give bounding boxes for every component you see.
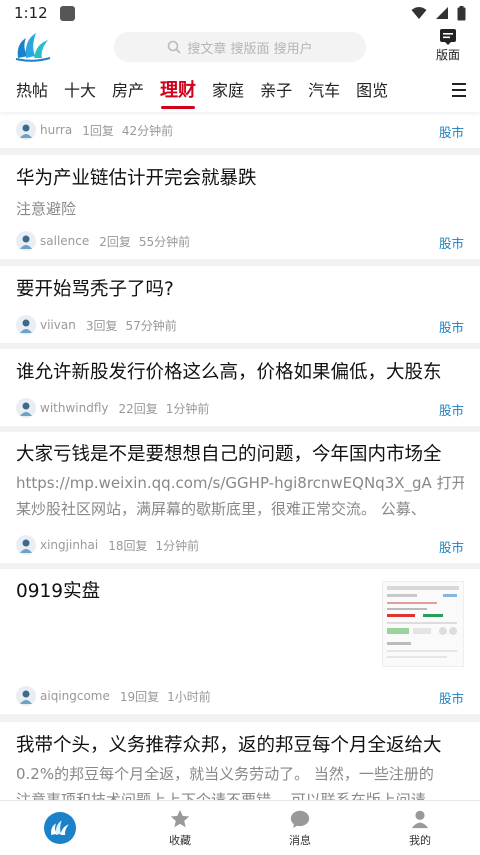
tab-realestate[interactable]: 房产: [104, 70, 152, 112]
post-title: 要开始骂秃子了吗?: [16, 279, 174, 300]
layout-icon: [440, 29, 456, 45]
post-username[interactable]: sallence: [40, 234, 89, 248]
post-meta: hurra 1回复 42分钟前: [16, 120, 173, 140]
post-time: 1分钟前: [165, 401, 210, 416]
post-title: 大家亏钱是不是要想想自己的问题，今年国内市场全: [16, 444, 442, 465]
tab-top10[interactable]: 十大: [56, 70, 104, 112]
tab-hot[interactable]: 热帖: [8, 70, 56, 112]
status-time: 1:12: [14, 4, 48, 22]
post-time: 57分钟前: [125, 318, 177, 333]
tabs-menu-icon[interactable]: [452, 83, 466, 97]
tab-parenting[interactable]: 亲子: [252, 70, 300, 112]
post-replies: 1回复: [82, 123, 114, 138]
post-meta: aiqingcome 19回复 1小时前: [16, 686, 211, 706]
battery-icon: [457, 5, 466, 20]
post-category[interactable]: 股市: [439, 122, 464, 141]
avatar[interactable]: [16, 686, 36, 706]
message-icon: [290, 810, 310, 828]
post-excerpt: 0.2%的邦豆每个月全返，就当义务劳动了。 当然，一些注册的: [16, 765, 434, 783]
post-card[interactable]: 0919实盘 aiqingcome 19回复 1小时前 股市: [0, 569, 480, 714]
post-username[interactable]: withwindfly: [40, 401, 109, 415]
post-thumbnail[interactable]: [382, 581, 464, 667]
post-category[interactable]: 股市: [439, 400, 464, 419]
post-category[interactable]: 股市: [439, 233, 464, 252]
post-title: 华为产业链估计开完会就暴跌: [16, 168, 257, 189]
post-replies: 22回复: [118, 401, 158, 416]
tab-family[interactable]: 家庭: [204, 70, 252, 112]
app-header: 搜文章 搜版面 搜用户 版面: [0, 26, 480, 70]
post-card[interactable]: 我带个头，义务推荐众邦，返的邦豆每个月全返给大 0.2%的邦豆每个月全返，就当义…: [0, 722, 480, 800]
nav-home[interactable]: [0, 801, 120, 855]
status-icons: [411, 5, 466, 21]
post-time: 55分钟前: [138, 234, 191, 249]
post-replies: 2回复: [99, 234, 131, 249]
avatar[interactable]: [16, 535, 36, 555]
signal-icon: [436, 7, 448, 19]
post-meta: withwindfly 22回复 1分钟前: [16, 398, 209, 418]
post-feed: hurra 1回复 42分钟前 股市 华为产业链估计开完会就暴跌 注意避险 sa…: [0, 112, 480, 800]
post-username[interactable]: hurra: [40, 123, 72, 137]
nav-favorites[interactable]: 收藏: [120, 801, 240, 855]
post-time: 42分钟前: [121, 123, 174, 138]
avatar[interactable]: [16, 120, 36, 140]
category-tabs: 热帖 十大 房产 理财 家庭 亲子 汽车 图览: [0, 70, 480, 112]
user-icon: [411, 810, 429, 829]
post-category[interactable]: 股市: [439, 317, 464, 336]
post-category[interactable]: 股市: [439, 688, 464, 707]
post-title: 我带个头，义务推荐众邦，返的邦豆每个月全返给大: [16, 735, 442, 756]
tab-finance[interactable]: 理财: [152, 70, 204, 112]
tab-gallery[interactable]: 图览: [348, 70, 396, 112]
screenshot-thumbnail-image: [383, 582, 463, 666]
layout-label: 版面: [435, 48, 460, 62]
post-card[interactable]: hurra 1回复 42分钟前 股市: [0, 112, 480, 148]
post-excerpt: 注意事项和技术问题上上下个请不要错。 可以联系在版上问请: [16, 791, 426, 800]
search-placeholder: 搜文章 搜版面 搜用户: [187, 41, 313, 57]
search-bar[interactable]: 搜文章 搜版面 搜用户: [114, 32, 366, 62]
post-username[interactable]: xingjinhai: [40, 538, 98, 552]
status-bar: 1:12: [0, 0, 480, 26]
post-category[interactable]: 股市: [439, 537, 464, 556]
search-icon: [168, 40, 181, 54]
post-meta: viivan 3回复 57分钟前: [16, 315, 177, 335]
bottom-nav: 收藏 消息 我的: [0, 800, 480, 855]
post-username[interactable]: aiqingcome: [40, 689, 110, 703]
post-excerpt: 注意避险: [16, 200, 77, 218]
home-logo-icon: [44, 812, 76, 844]
post-replies: 19回复: [119, 689, 160, 704]
notification-icon: [59, 5, 75, 21]
nav-mine[interactable]: 我的: [360, 801, 480, 855]
post-time: 1小时前: [167, 689, 211, 704]
post-replies: 18回复: [108, 538, 148, 553]
star-icon: [170, 809, 190, 828]
avatar[interactable]: [16, 231, 36, 251]
app-logo-icon[interactable]: [14, 30, 52, 62]
post-title: 谁允许新股发行价格这么高，价格如果偏低，大股东: [16, 362, 442, 383]
post-card[interactable]: 要开始骂秃子了吗? viivan 3回复 57分钟前 股市: [0, 266, 480, 343]
tab-cars[interactable]: 汽车: [300, 70, 348, 112]
nav-messages-label: 消息: [289, 834, 311, 847]
post-excerpt: https://mp.weixin.qq.com/s/GGHP-hgi8rcnw…: [16, 474, 464, 492]
post-card[interactable]: 华为产业链估计开完会就暴跌 注意避险 sallence 2回复 55分钟前 股市: [0, 155, 480, 259]
post-card[interactable]: 谁允许新股发行价格这么高，价格如果偏低，大股东 withwindfly 22回复…: [0, 349, 480, 426]
post-username[interactable]: viivan: [40, 318, 76, 332]
nav-messages[interactable]: 消息: [240, 801, 360, 855]
post-meta: xingjinhai 18回复 1分钟前: [16, 535, 199, 555]
post-card[interactable]: 大家亏钱是不是要想想自己的问题，今年国内市场全 https://mp.weixi…: [0, 432, 480, 563]
avatar[interactable]: [16, 398, 36, 418]
post-excerpt: 某炒股社区网站，满屏幕的歇斯底里，很难正常交流。 公募、: [16, 500, 426, 518]
nav-mine-label: 我的: [409, 834, 431, 847]
post-time: 1分钟前: [155, 538, 200, 553]
wifi-icon: [411, 7, 427, 19]
post-meta: sallence 2回复 55分钟前: [16, 231, 190, 251]
nav-favorites-label: 收藏: [169, 834, 191, 847]
post-replies: 3回复: [85, 318, 118, 333]
avatar[interactable]: [16, 315, 36, 335]
layout-button[interactable]: 版面: [432, 28, 464, 63]
